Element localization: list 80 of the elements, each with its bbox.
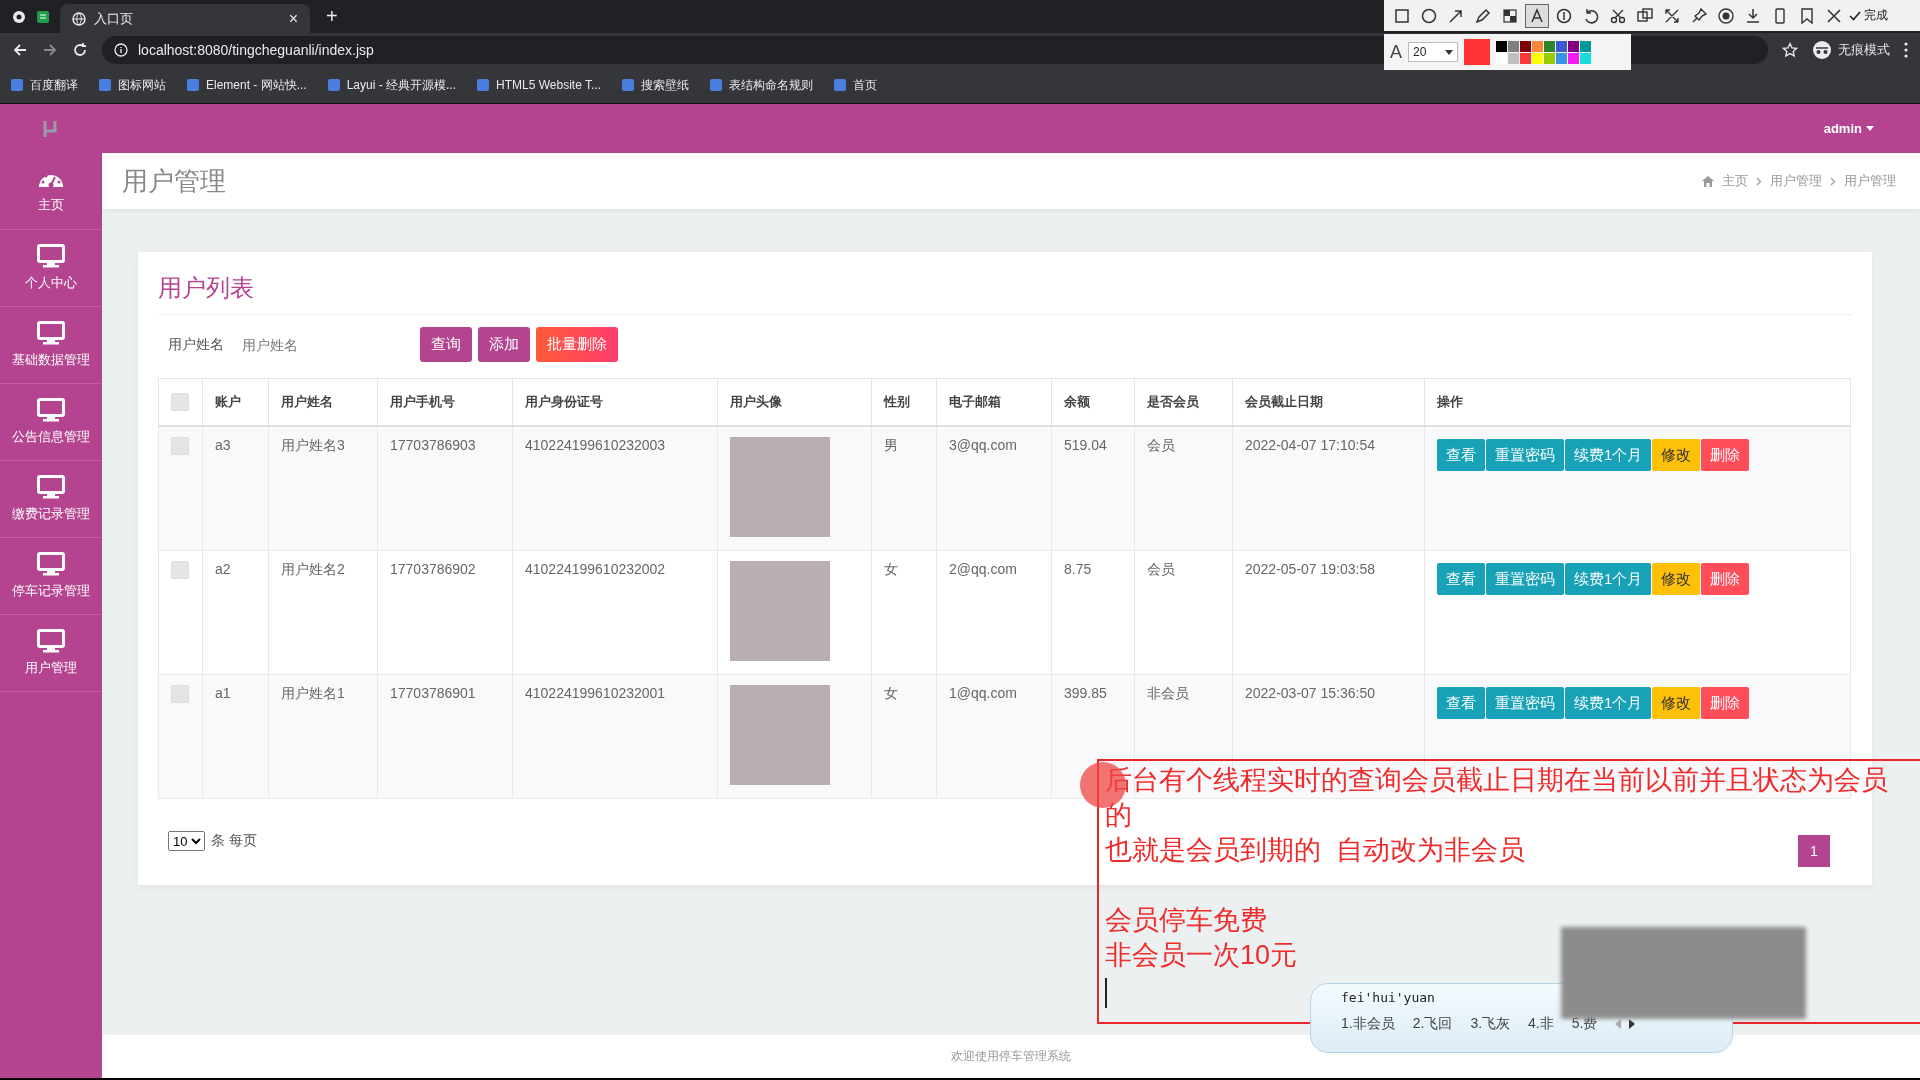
close-tab-button[interactable]: × — [288, 9, 298, 28]
row-action-button[interactable]: 查看 — [1437, 439, 1485, 471]
table-cell: 用户姓名3 — [268, 426, 378, 551]
new-tab-button[interactable]: + — [320, 4, 344, 29]
done-button[interactable]: 完成 — [1849, 7, 1888, 24]
table-cell: 2022-05-07 19:03:58 — [1232, 550, 1425, 675]
page-title: 用户管理 — [122, 164, 226, 198]
row-action-button[interactable]: 重置密码 — [1486, 439, 1564, 471]
row-action-button[interactable]: 查看 — [1437, 563, 1485, 595]
url-text: localhost:8080/tingcheguanli/index.jsp — [138, 42, 374, 58]
annotation-text: 也就是会员到期的 自动改为非会员 — [1105, 834, 1525, 867]
row-action-button[interactable]: 续费1个月 — [1565, 563, 1652, 595]
row-action-button[interactable]: 删除 — [1701, 687, 1750, 719]
bookmark-link[interactable]: Element - 网站快... — [186, 76, 307, 94]
bookmark-link[interactable]: 搜索壁纸 — [621, 76, 689, 94]
page-button[interactable]: 1 — [1798, 835, 1830, 867]
table-cell: 女 — [871, 550, 937, 675]
row-action-button[interactable]: 查看 — [1437, 687, 1485, 719]
bookmark-link[interactable]: Layui - 经典开源模... — [326, 76, 457, 94]
action-button[interactable]: 批量删除 — [536, 327, 618, 362]
bookmark-link[interactable]: 百度翻译 — [10, 76, 78, 94]
font-size-select[interactable]: 20 — [1408, 42, 1458, 62]
table-cell: 2022-04-07 17:10:54 — [1232, 426, 1425, 551]
row-action-button[interactable]: 修改 — [1652, 563, 1701, 595]
action-button[interactable]: 添加 — [478, 327, 530, 362]
page-size-select[interactable]: 10 — [168, 831, 205, 851]
table-cell: 会员 — [1134, 426, 1233, 551]
search-label: 用户姓名 — [168, 335, 224, 354]
table-cell: a2 — [202, 550, 269, 675]
footer-text: 欢迎使用停车管理系统 — [951, 1048, 1071, 1065]
table-cell: 410224199610232002 — [512, 550, 718, 675]
page-size-label: 条 每页 — [211, 832, 257, 850]
action-button[interactable]: 查询 — [420, 327, 472, 362]
profile-label: 无痕模式 — [1838, 41, 1890, 59]
bookmark-link[interactable]: 表结构命名规则 — [709, 76, 813, 94]
table-cell: a1 — [202, 674, 269, 799]
bookmark-link[interactable]: 图标网站 — [98, 76, 166, 94]
table-cell: 女 — [871, 674, 937, 799]
bookmark-link[interactable]: HTML5 Website T... — [476, 78, 601, 92]
annotation-text: 非会员一次10元 — [1105, 939, 1298, 972]
ime-candidate[interactable]: 3.飞灰 — [1470, 1015, 1511, 1033]
row-action-button[interactable]: 修改 — [1652, 687, 1701, 719]
table-cell: 2@qq.com — [936, 550, 1052, 675]
annotation-text: 会员停车免费 — [1105, 904, 1267, 937]
breadcrumb-link[interactable]: 用户管理 — [1844, 172, 1896, 190]
ime-candidate[interactable]: 1.非会员 — [1341, 1015, 1395, 1033]
table-cell: 519.04 — [1051, 426, 1135, 551]
table-cell: 男 — [871, 426, 937, 551]
table-cell: 会员 — [1134, 550, 1233, 675]
bookmark-link[interactable]: 首页 — [833, 76, 877, 94]
table-cell: 410224199610232003 — [512, 426, 718, 551]
ime-candidate[interactable]: 4.非 — [1528, 1015, 1554, 1033]
row-action-button[interactable]: 删除 — [1701, 439, 1750, 471]
table-cell: 3@qq.com — [936, 426, 1052, 551]
table-cell: 17703786902 — [377, 550, 513, 675]
row-action-button[interactable]: 重置密码 — [1486, 563, 1564, 595]
row-action-button[interactable]: 删除 — [1701, 563, 1750, 595]
annotation-text: 的 — [1105, 799, 1132, 832]
tab-title: 入口页 — [94, 9, 134, 28]
table-cell: a3 — [202, 426, 269, 551]
row-action-button[interactable]: 续费1个月 — [1565, 687, 1652, 719]
breadcrumb-link[interactable]: 用户管理 — [1770, 172, 1822, 190]
font-size-label: A — [1390, 41, 1402, 63]
table-cell: 用户姓名2 — [268, 550, 378, 675]
table-cell: 8.75 — [1051, 550, 1135, 675]
breadcrumb-link[interactable]: 主页 — [1722, 172, 1748, 190]
row-action-button[interactable]: 重置密码 — [1486, 687, 1564, 719]
table-cell: 17703786901 — [377, 674, 513, 799]
browser-tab[interactable]: 入口页 × — [60, 4, 310, 33]
table-cell: 用户姓名1 — [268, 674, 378, 799]
ime-input-text: fei'hui'yuan — [1341, 990, 1436, 1005]
row-action-button[interactable]: 修改 — [1652, 439, 1701, 471]
card-title: 用户列表 — [158, 272, 1852, 315]
ime-candidate[interactable]: 2.飞回 — [1412, 1015, 1453, 1033]
table-cell: 410224199610232001 — [512, 674, 718, 799]
table-cell: 1@qq.com — [936, 674, 1052, 799]
ime-candidate[interactable]: 5.费 — [1571, 1015, 1598, 1033]
table-cell: 17703786903 — [377, 426, 513, 551]
user-menu[interactable]: admin — [1817, 120, 1880, 137]
row-action-button[interactable]: 续费1个月 — [1565, 439, 1652, 471]
